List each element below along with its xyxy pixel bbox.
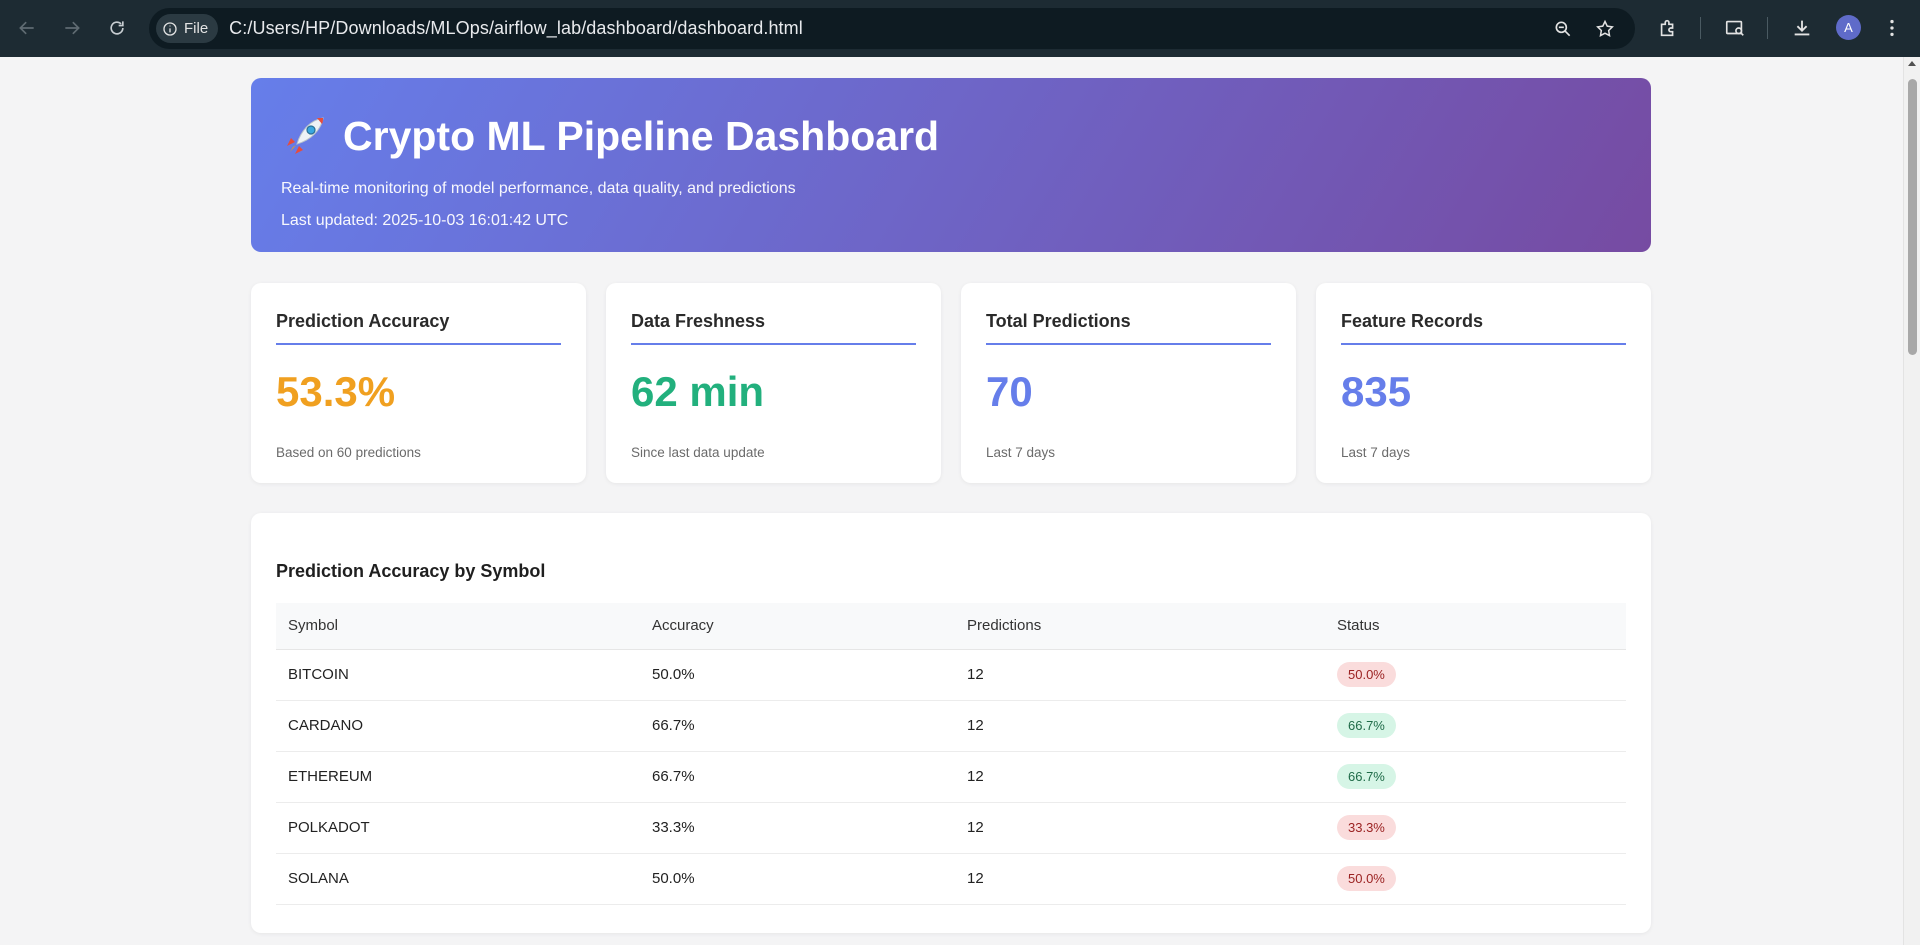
column-header-status: Status — [1325, 603, 1626, 650]
toolbar-divider — [1700, 17, 1701, 39]
predictions-cell: 12 — [955, 649, 1325, 701]
metric-card-data-freshness: Data Freshness 62 min Since last data up… — [606, 283, 941, 483]
browser-menu-button[interactable] — [1880, 16, 1904, 40]
predictions-cell: 12 — [955, 853, 1325, 905]
status-cell: 66.7% — [1325, 700, 1626, 752]
address-bar[interactable]: File C:/Users/HP/Downloads/MLOps/airflow… — [149, 8, 1635, 49]
status-badge: 50.0% — [1337, 662, 1396, 687]
metric-note: Last 7 days — [1341, 445, 1411, 460]
predictions-cell: 12 — [955, 700, 1325, 752]
status-cell: 50.0% — [1325, 649, 1626, 701]
accuracy-cell: 66.7% — [640, 700, 955, 752]
symbol-cell: SOLANA — [276, 853, 640, 905]
toolbar-divider — [1767, 17, 1768, 39]
metric-value: 70 — [986, 368, 1033, 415]
tab-search-icon — [1725, 20, 1744, 36]
column-header-accuracy: Accuracy — [640, 603, 955, 650]
metric-note: Based on 60 predictions — [276, 445, 421, 460]
table-row: CARDANO 66.7% 12 66.7% — [276, 700, 1626, 752]
accuracy-by-symbol-panel: Prediction Accuracy by Symbol Symbol Acc… — [251, 513, 1651, 933]
forward-button[interactable] — [57, 13, 87, 43]
metric-card-feature-records: Feature Records 835 Last 7 days — [1316, 283, 1651, 483]
metric-cards: Prediction Accuracy 53.3% Based on 60 pr… — [251, 283, 1651, 483]
back-button[interactable] — [12, 13, 42, 43]
page-subtitle: Real-time monitoring of model performanc… — [281, 180, 796, 197]
metric-card-prediction-accuracy: Prediction Accuracy 53.3% Based on 60 pr… — [251, 283, 586, 483]
dashboard-page: Crypto ML Pipeline Dashboard Real-time m… — [0, 57, 1903, 945]
last-updated-text: Last updated: 2025-10-03 16:01:42 UTC — [281, 212, 569, 229]
more-vertical-icon — [1890, 19, 1894, 37]
table-title: Prediction Accuracy by Symbol — [276, 561, 546, 581]
zoom-icon — [1555, 21, 1571, 37]
star-icon — [1596, 19, 1614, 37]
page-title-text: Crypto ML Pipeline Dashboard — [343, 112, 940, 159]
table-row: BITCOIN 50.0% 12 50.0% — [276, 649, 1626, 701]
metric-note: Since last data update — [631, 445, 765, 460]
url-text: C:/Users/HP/Downloads/MLOps/airflow_lab/… — [229, 18, 803, 38]
status-badge: 50.0% — [1337, 866, 1396, 891]
dashboard-header: Crypto ML Pipeline Dashboard Real-time m… — [251, 78, 1651, 252]
table-header-row: Symbol Accuracy Predictions Status — [276, 603, 1626, 650]
predictions-cell: 12 — [955, 802, 1325, 854]
column-header-predictions: Predictions — [955, 603, 1325, 650]
scroll-up-arrow-icon[interactable] — [1908, 61, 1916, 66]
zoom-button[interactable] — [1552, 18, 1574, 40]
metric-note: Last 7 days — [986, 445, 1056, 460]
site-info-chip[interactable]: File — [156, 14, 219, 43]
reload-button[interactable] — [102, 13, 132, 43]
file-label: File — [184, 20, 209, 37]
metric-title: Total Predictions — [986, 311, 1271, 345]
tab-search-button[interactable] — [1723, 16, 1747, 40]
puzzle-icon — [1660, 19, 1674, 37]
reload-icon — [110, 21, 124, 35]
accuracy-cell: 66.7% — [640, 751, 955, 803]
profile-avatar[interactable]: A — [1836, 15, 1861, 40]
bookmark-button[interactable] — [1594, 18, 1616, 40]
page-title: Crypto ML Pipeline Dashboard — [281, 112, 1621, 160]
scrollbar-thumb[interactable] — [1908, 79, 1917, 355]
rocket-icon — [287, 117, 324, 154]
page-scrollbar[interactable] — [1903, 57, 1920, 945]
accuracy-cell: 33.3% — [640, 802, 955, 854]
status-badge: 66.7% — [1337, 713, 1396, 738]
metric-title: Feature Records — [1341, 311, 1626, 345]
download-icon — [1794, 20, 1810, 36]
predictions-cell: 12 — [955, 751, 1325, 803]
table-row: ETHEREUM 66.7% 12 66.7% — [276, 751, 1626, 803]
table-row: SOLANA 50.0% 12 50.0% — [276, 853, 1626, 905]
status-badge: 33.3% — [1337, 815, 1396, 840]
column-header-symbol: Symbol — [276, 603, 640, 650]
browser-toolbar: File C:/Users/HP/Downloads/MLOps/airflow… — [0, 0, 1920, 57]
back-arrow-icon — [19, 21, 34, 35]
table-row: POLKADOT 33.3% 12 33.3% — [276, 802, 1626, 854]
accuracy-table: Symbol Accuracy Predictions Status BITCO… — [276, 603, 1626, 905]
metric-title: Data Freshness — [631, 311, 916, 345]
accuracy-cell: 50.0% — [640, 853, 955, 905]
info-icon — [163, 21, 177, 36]
symbol-cell: CARDANO — [276, 700, 640, 752]
status-cell: 50.0% — [1325, 853, 1626, 905]
metric-value: 53.3% — [276, 368, 396, 415]
metric-title: Prediction Accuracy — [276, 311, 561, 345]
metric-value: 62 min — [631, 368, 765, 415]
accuracy-cell: 50.0% — [640, 649, 955, 701]
metric-value: 835 — [1341, 368, 1412, 415]
extensions-button[interactable] — [1656, 16, 1680, 40]
symbol-cell: POLKADOT — [276, 802, 640, 854]
forward-arrow-icon — [65, 21, 80, 35]
metric-card-total-predictions: Total Predictions 70 Last 7 days — [961, 283, 1296, 483]
symbol-cell: ETHEREUM — [276, 751, 640, 803]
status-cell: 33.3% — [1325, 802, 1626, 854]
status-badge: 66.7% — [1337, 764, 1396, 789]
status-cell: 66.7% — [1325, 751, 1626, 803]
downloads-button[interactable] — [1790, 16, 1814, 40]
symbol-cell: BITCOIN — [276, 649, 640, 701]
